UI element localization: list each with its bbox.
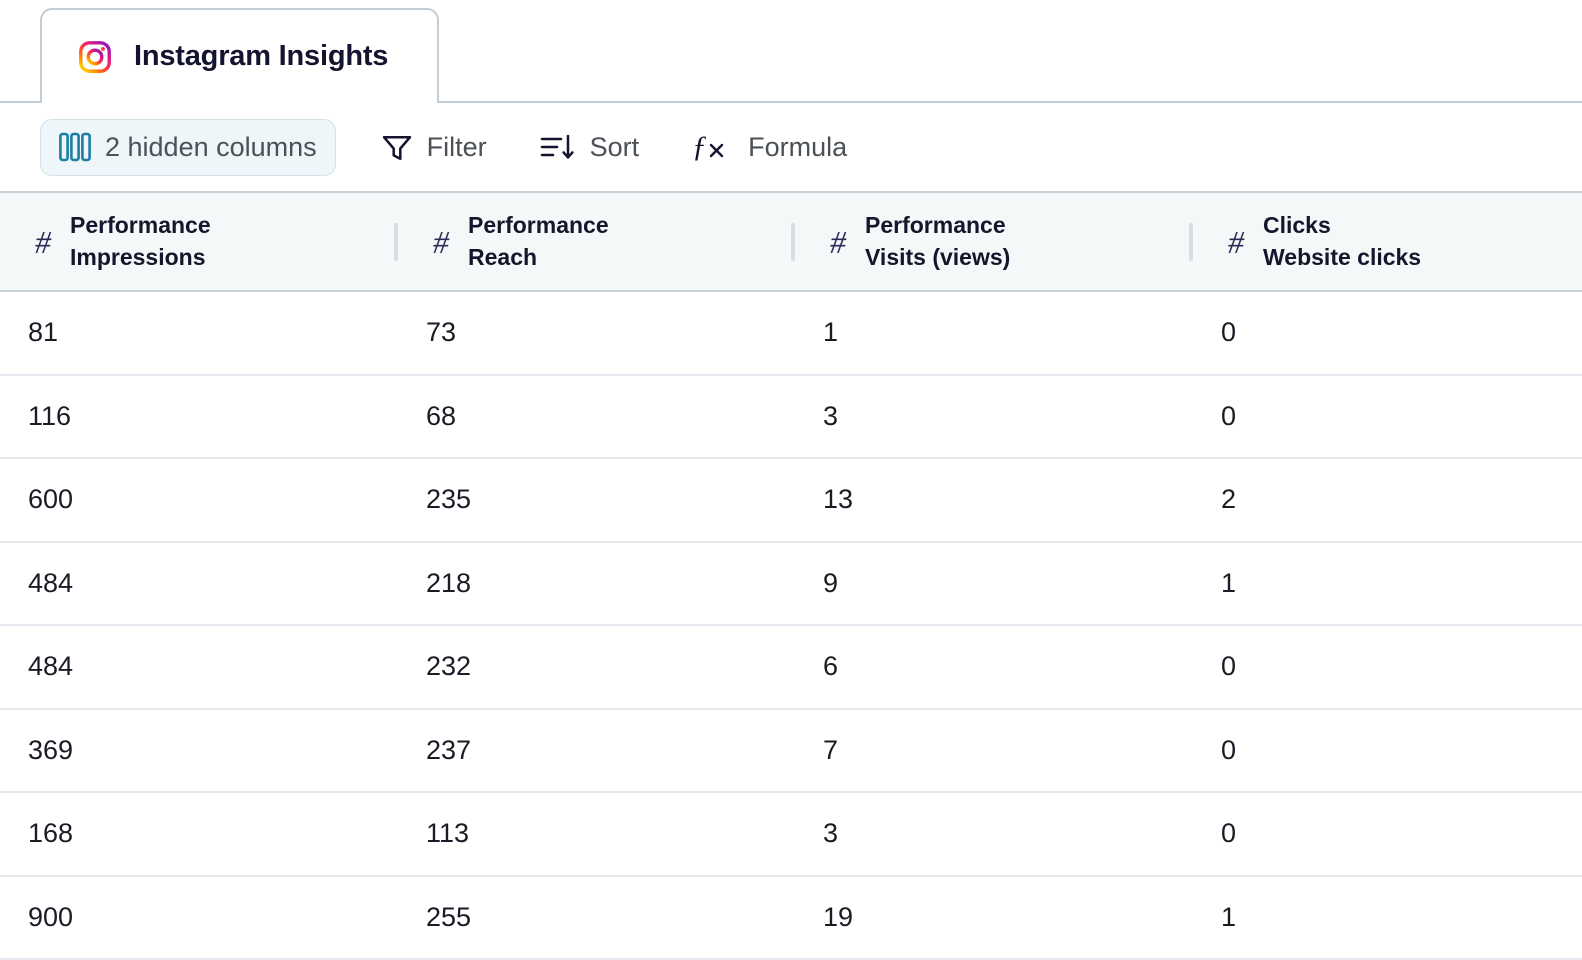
table-row[interactable]: 369 237 7 0 — [0, 709, 1582, 793]
cell-impressions[interactable]: 484 — [0, 625, 398, 709]
cell-reach[interactable]: 218 — [398, 542, 795, 626]
cell-visits[interactable]: 1 — [795, 291, 1193, 375]
cell-visits[interactable]: 13 — [795, 458, 1193, 542]
cell-reach[interactable]: 237 — [398, 709, 795, 793]
cell-website-clicks[interactable]: 0 — [1193, 709, 1582, 793]
cell-visits[interactable]: 3 — [795, 375, 1193, 459]
cell-impressions[interactable]: 116 — [0, 375, 398, 459]
table-row[interactable]: 116 68 3 0 — [0, 375, 1582, 459]
column-name-label: Visits (views) — [865, 243, 1011, 270]
table-row[interactable]: 484 232 6 0 — [0, 626, 1582, 710]
cell-reach[interactable]: 255 — [398, 876, 795, 960]
cell-impressions[interactable]: 369 — [0, 709, 398, 793]
table-row[interactable]: 484 218 9 1 — [0, 542, 1582, 626]
number-hash-icon: # — [35, 223, 51, 260]
column-name-label: Reach — [468, 243, 538, 270]
column-header-visits[interactable]: # Performance Visits (views) — [795, 192, 1193, 291]
cell-visits[interactable]: 19 — [795, 876, 1193, 960]
grid-header-row: # Performance Impressions # Performance … — [0, 193, 1582, 292]
cell-website-clicks[interactable]: 1 — [1193, 542, 1582, 626]
number-hash-icon: # — [1228, 223, 1244, 260]
table-row[interactable]: 168 113 3 0 — [0, 793, 1582, 877]
cell-visits[interactable]: 9 — [795, 542, 1193, 626]
cell-reach[interactable]: 73 — [398, 291, 795, 375]
data-grid: # Performance Impressions # Performance … — [0, 193, 1582, 960]
column-header-reach[interactable]: # Performance Reach — [398, 192, 795, 291]
cell-website-clicks[interactable]: 1 — [1193, 876, 1582, 960]
column-name-label: Impressions — [70, 243, 206, 270]
cell-impressions[interactable]: 600 — [0, 458, 398, 542]
column-group-label: Clicks — [1263, 212, 1331, 239]
tab-label: Instagram Insights — [134, 40, 389, 72]
cell-visits[interactable]: 6 — [795, 625, 1193, 709]
table-toolbar: 2 hidden columns Filter Sort ƒ Formula — [0, 103, 1582, 193]
cell-reach[interactable]: 232 — [398, 625, 795, 709]
cell-impressions[interactable]: 900 — [0, 876, 398, 960]
column-group-label: Performance — [865, 212, 1006, 239]
column-group-label: Performance — [468, 212, 609, 239]
filter-button[interactable]: Filter — [372, 119, 495, 176]
number-hash-icon: # — [433, 223, 449, 260]
filter-button-label: Filter — [426, 131, 487, 162]
cell-impressions[interactable]: 484 — [0, 542, 398, 626]
cell-website-clicks[interactable]: 0 — [1193, 792, 1582, 876]
number-hash-icon: # — [830, 223, 846, 260]
cell-impressions[interactable]: 81 — [0, 291, 398, 375]
svg-text:ƒ: ƒ — [692, 130, 707, 163]
column-header-website-clicks[interactable]: # Clicks Website clicks — [1193, 192, 1582, 291]
cell-website-clicks[interactable]: 2 — [1193, 458, 1582, 542]
cell-visits[interactable]: 7 — [795, 709, 1193, 793]
sort-button[interactable]: Sort — [531, 119, 648, 176]
columns-icon — [59, 132, 91, 162]
column-group-label: Performance — [70, 212, 211, 239]
formula-button[interactable]: ƒ Formula — [683, 119, 855, 176]
sort-descending-icon — [539, 130, 577, 164]
column-header-impressions[interactable]: # Performance Impressions — [0, 192, 398, 291]
cell-reach[interactable]: 68 — [398, 375, 795, 459]
cell-website-clicks[interactable]: 0 — [1193, 375, 1582, 459]
cell-reach[interactable]: 235 — [398, 458, 795, 542]
funnel-icon — [380, 130, 414, 164]
cell-impressions[interactable]: 168 — [0, 792, 398, 876]
cell-reach[interactable]: 113 — [398, 792, 795, 876]
table-row[interactable]: 600 235 13 2 — [0, 459, 1582, 543]
tab-strip: Instagram Insights — [0, 0, 1582, 103]
cell-website-clicks[interactable]: 0 — [1193, 625, 1582, 709]
column-name-label: Website clicks — [1263, 243, 1422, 270]
instagram-icon — [78, 40, 112, 74]
cell-visits[interactable]: 3 — [795, 792, 1193, 876]
hidden-columns-button[interactable]: 2 hidden columns — [40, 118, 336, 176]
table-row[interactable]: 900 255 19 1 — [0, 876, 1582, 960]
formula-button-label: Formula — [748, 131, 848, 162]
sort-button-label: Sort — [589, 131, 640, 162]
table-row[interactable]: 81 73 1 0 — [0, 292, 1582, 376]
hidden-columns-label: 2 hidden columns — [105, 131, 317, 162]
function-fx-icon: ƒ — [691, 129, 735, 165]
tab-instagram-insights[interactable]: Instagram Insights — [40, 8, 439, 103]
cell-website-clicks[interactable]: 0 — [1193, 291, 1582, 375]
